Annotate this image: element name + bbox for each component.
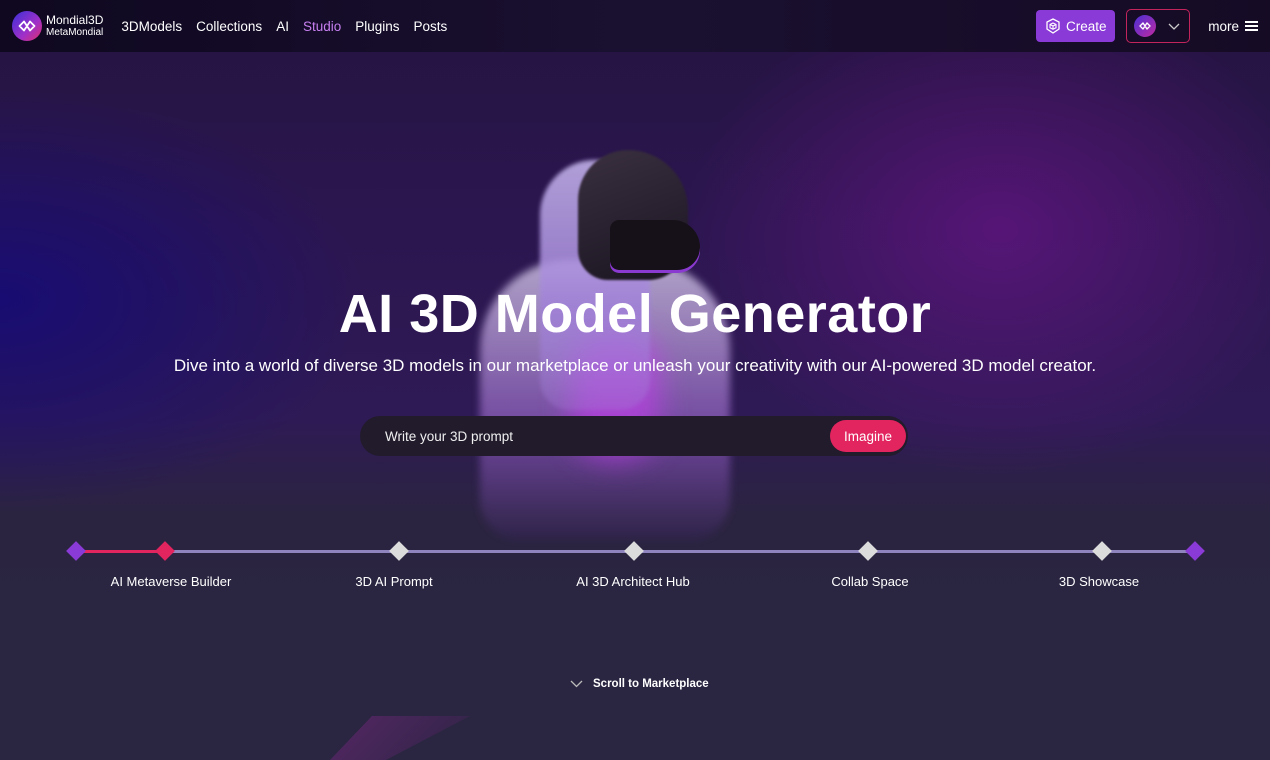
step-label-ai-metaverse-builder[interactable]: AI Metaverse Builder [111, 574, 232, 589]
more-label: more [1208, 18, 1239, 34]
prompt-bar: Imagine [360, 416, 908, 456]
nav-link-posts[interactable]: Posts [414, 19, 448, 34]
step-marker-ai-metaverse-builder[interactable] [155, 541, 175, 561]
create-button[interactable]: Create [1036, 10, 1116, 42]
step-marker-ai-3d-architect-hub[interactable] [624, 541, 644, 561]
chevron-down-icon [570, 680, 583, 688]
account-menu-button[interactable] [1126, 9, 1191, 43]
stepper-start-marker [66, 541, 86, 561]
hamburger-icon [1245, 21, 1258, 31]
mondial-logo-icon [12, 11, 42, 41]
step-label-collab-space[interactable]: Collab Space [831, 574, 908, 589]
cube-shield-icon [1046, 18, 1060, 34]
brand-subname: MetaMondial [46, 27, 104, 38]
chevron-down-icon [1168, 23, 1180, 30]
more-menu-button[interactable]: more [1208, 19, 1258, 34]
step-label-3d-ai-prompt[interactable]: 3D AI Prompt [355, 574, 432, 589]
scroll-to-marketplace-link[interactable]: Scroll to Marketplace [570, 678, 709, 690]
top-navbar: Mondial3D MetaMondial 3DModels Collectio… [0, 0, 1270, 52]
brand-logo[interactable]: Mondial3D MetaMondial [12, 11, 103, 41]
nav-link-collections[interactable]: Collections [196, 19, 262, 34]
nav-link-ai[interactable]: AI [276, 19, 289, 34]
nav-link-3dmodels[interactable]: 3DModels [121, 19, 182, 34]
step-label-ai-3d-architect-hub[interactable]: AI 3D Architect Hub [576, 574, 689, 589]
nav-link-plugins[interactable]: Plugins [355, 19, 399, 34]
account-avatar-icon [1134, 15, 1157, 37]
step-marker-collab-space[interactable] [858, 541, 878, 561]
stepper-progress [76, 550, 165, 553]
feature-stepper: AI Metaverse Builder 3D AI Prompt AI 3D … [0, 540, 1270, 600]
create-label: Create [1065, 18, 1107, 34]
prompt-input[interactable] [360, 428, 830, 444]
step-marker-3d-showcase[interactable] [1092, 541, 1112, 561]
imagine-button[interactable]: Imagine [830, 420, 906, 452]
stepper-end-marker [1185, 541, 1205, 561]
scroll-to-marketplace-label: Scroll to Marketplace [593, 678, 709, 690]
nav-links: 3DModels Collections AI Studio Plugins P… [121, 19, 461, 34]
hero-subtitle: Dive into a world of diverse 3D models i… [173, 356, 1097, 375]
hero-title: AI 3D Model Generator [338, 284, 932, 344]
step-label-3d-showcase[interactable]: 3D Showcase [1059, 574, 1139, 589]
step-marker-3d-ai-prompt[interactable] [389, 541, 409, 561]
brand-name: Mondial3D [46, 13, 104, 27]
nav-link-studio[interactable]: Studio [303, 19, 341, 34]
